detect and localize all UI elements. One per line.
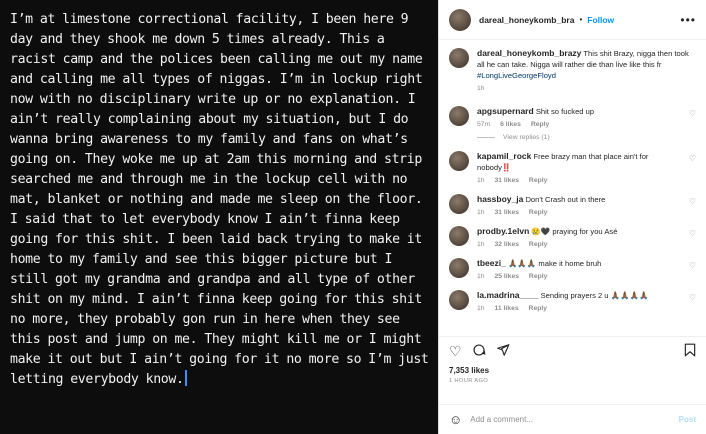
reply-button[interactable]: Reply xyxy=(529,177,548,184)
follow-button[interactable]: Follow xyxy=(587,15,614,25)
comment-text: Shit so fucked up xyxy=(535,107,595,116)
view-replies-label[interactable]: View replies (1) xyxy=(503,132,550,143)
comment-time: 1h xyxy=(477,241,485,248)
avatar[interactable] xyxy=(449,48,469,68)
caption-username[interactable]: dareal_honeykomb_brazy xyxy=(477,48,581,58)
bookmark-icon[interactable] xyxy=(684,343,696,360)
comment-username[interactable]: apgsupernard xyxy=(477,106,534,116)
post-header: dareal_honeykomb_bra • Follow ••• xyxy=(439,0,706,40)
comment-text: 😢🖤 praying for you Asé xyxy=(531,227,618,236)
more-icon[interactable]: ••• xyxy=(680,13,696,27)
comment-text: Don't Crash out in there xyxy=(525,195,606,204)
comment-item: prodby.1elvn 😢🖤 praying for you Asé 1h 3… xyxy=(449,226,696,250)
comment-text: 🙏🏾🙏🏾🙏🏾 make it home bruh xyxy=(507,259,602,268)
avatar[interactable] xyxy=(449,258,469,278)
likes-count[interactable]: 7,353 likes xyxy=(449,366,696,375)
comment-username[interactable]: prodby.1elvn xyxy=(477,226,529,236)
comment-likes[interactable]: 31 likes xyxy=(494,209,519,216)
caption: dareal_honeykomb_brazy This shit Brazy, … xyxy=(449,48,696,94)
post-actions: ♡ 7,353 likes 1 HOUR AGO xyxy=(439,336,706,404)
post-image[interactable]: I’m at limestone correctional facility, … xyxy=(0,0,438,434)
reply-button[interactable]: Reply xyxy=(529,305,548,312)
avatar[interactable] xyxy=(449,290,469,310)
comment-username[interactable]: kapamil_rock xyxy=(477,151,531,161)
heart-icon[interactable]: ♡ xyxy=(689,197,696,206)
smile-icon[interactable]: ☺ xyxy=(449,412,462,427)
caption-time: 1h xyxy=(477,85,485,92)
comment-icon[interactable] xyxy=(472,343,486,360)
avatar[interactable] xyxy=(449,106,469,126)
avatar[interactable] xyxy=(449,8,471,31)
heart-icon[interactable]: ♡ xyxy=(689,154,696,163)
comment-input[interactable]: Add a comment... xyxy=(470,415,533,424)
reply-button[interactable]: Reply xyxy=(531,121,550,128)
comment-likes[interactable]: 6 likes xyxy=(500,121,521,128)
avatar[interactable] xyxy=(449,151,469,171)
comment-time: 1h xyxy=(477,273,485,280)
caption-hashtag[interactable]: #LongLiveGeorgeFloyd xyxy=(477,71,556,80)
view-replies[interactable]: View replies (1) xyxy=(477,132,683,143)
header-username[interactable]: dareal_honeykomb_bra xyxy=(479,15,574,25)
comment-likes[interactable]: 25 likes xyxy=(494,273,519,280)
comment-username[interactable]: hassboy_ja xyxy=(477,194,523,204)
avatar[interactable] xyxy=(449,226,469,246)
comment-item: kapamil_rock Free brazy man that place a… xyxy=(449,151,696,186)
comment-likes[interactable]: 31 likes xyxy=(494,177,519,184)
header-separator: • xyxy=(579,15,583,24)
heart-icon[interactable]: ♡ xyxy=(689,109,696,118)
heart-icon[interactable]: ♡ xyxy=(449,343,462,360)
comment-item: apgsupernard Shit so fucked up 57m 6 lik… xyxy=(449,106,696,143)
heart-icon[interactable]: ♡ xyxy=(689,261,696,270)
post-time: 1 HOUR AGO xyxy=(449,378,489,384)
comment-time: 1h xyxy=(477,177,485,184)
comment-likes[interactable]: 32 likes xyxy=(494,241,519,248)
comment-item: tbeezi_ 🙏🏾🙏🏾🙏🏾 make it home bruh 1h 25 l… xyxy=(449,258,696,282)
reply-button[interactable]: Reply xyxy=(529,209,548,216)
reply-button[interactable]: Reply xyxy=(529,241,548,248)
post-button[interactable]: Post xyxy=(679,415,696,424)
comment-time: 1h xyxy=(477,209,485,216)
comment-time: 57m xyxy=(477,121,491,128)
comment-time: 1h xyxy=(477,305,485,312)
share-icon[interactable] xyxy=(496,343,510,360)
post-text: I’m at limestone correctional facility, … xyxy=(10,10,434,390)
comments-list[interactable]: dareal_honeykomb_brazy This shit Brazy, … xyxy=(439,40,706,336)
add-comment-bar: ☺ Add a comment... Post xyxy=(439,404,706,434)
comment-likes[interactable]: 11 likes xyxy=(494,305,518,312)
comment-username[interactable]: la.madrina____ xyxy=(477,290,538,300)
reply-button[interactable]: Reply xyxy=(529,273,548,280)
comment-username[interactable]: tbeezi_ xyxy=(477,258,506,268)
heart-icon[interactable]: ♡ xyxy=(689,293,696,302)
text-cursor xyxy=(184,370,187,386)
heart-icon[interactable]: ♡ xyxy=(689,229,696,238)
comment-item: hassboy_ja Don't Crash out in there 1h 3… xyxy=(449,194,696,218)
avatar[interactable] xyxy=(449,194,469,214)
comment-text: Sending prayers 2 u 🙏🏾🙏🏾🙏🏾🙏🏾 xyxy=(540,291,649,300)
post-sidebar: dareal_honeykomb_bra • Follow ••• dareal… xyxy=(438,0,706,434)
comment-item: la.madrina____ Sending prayers 2 u 🙏🏾🙏🏾🙏… xyxy=(449,290,696,314)
post-text-content: I’m at limestone correctional facility, … xyxy=(10,12,429,387)
